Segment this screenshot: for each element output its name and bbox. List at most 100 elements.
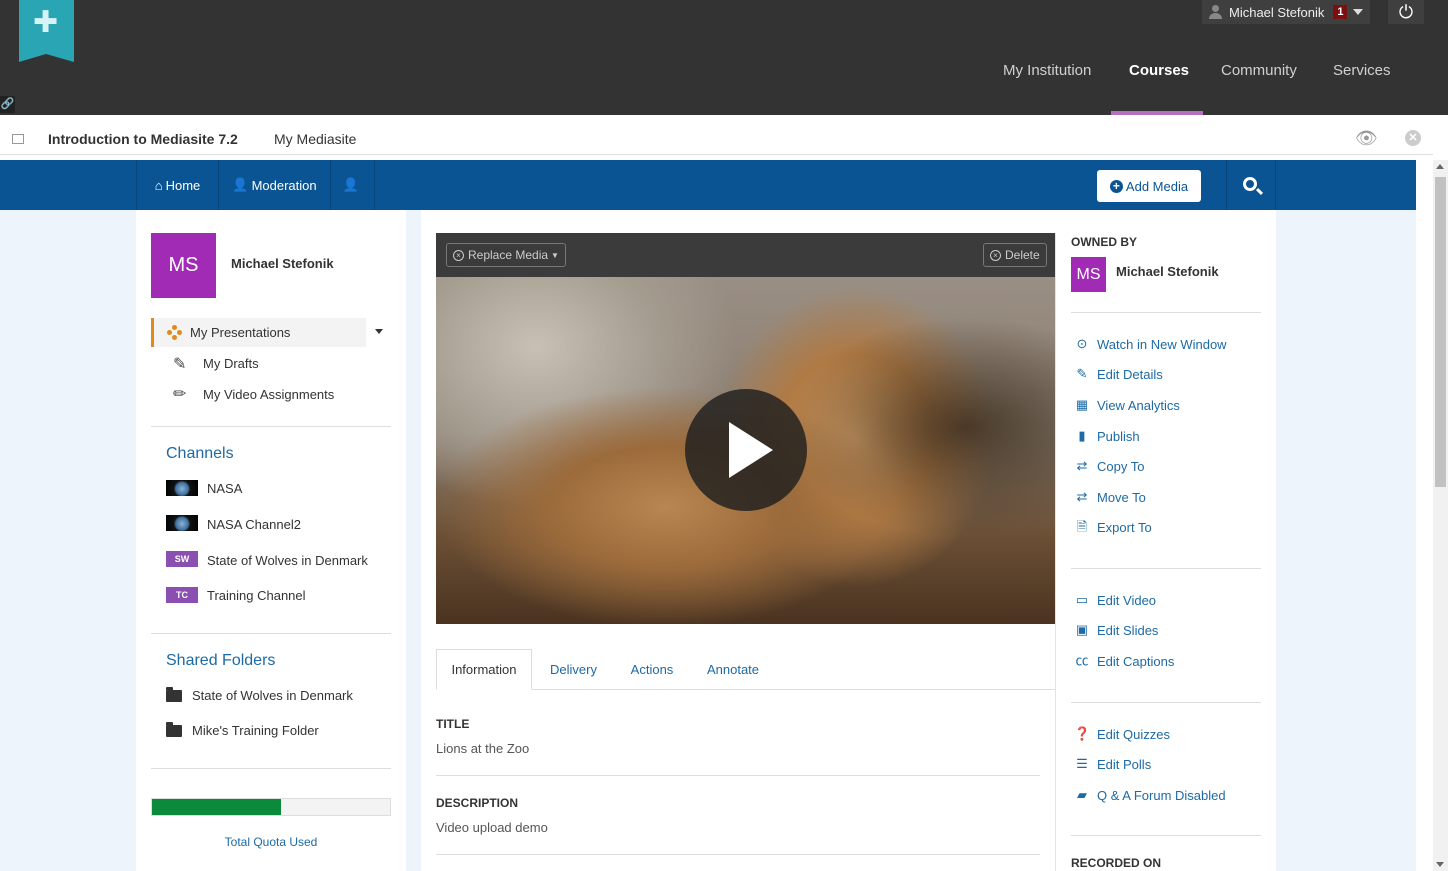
replace-media-label: Replace Media [468,248,549,262]
action-label: Q & A Forum Disabled [1097,787,1226,803]
course-breadcrumb-bar: Introduction to Mediasite 7.2 My Mediasi… [0,115,1433,155]
folder-icon [166,687,182,702]
home-icon: ⌂ [154,177,163,193]
copy-to-link[interactable]: ⇄ Copy To [1074,457,1145,475]
action-label: Move To [1097,489,1146,505]
profile-name: Michael Stefonik [231,256,334,271]
window-icon[interactable] [12,134,24,144]
folder-item-mikes-training[interactable]: Mike's Training Folder [192,723,319,738]
chevron-down-icon[interactable] [375,329,383,334]
moderation-button[interactable]: 👤 Moderation [218,160,331,210]
transfer-icon: ⇄ [1076,489,1088,504]
divider [436,775,1040,776]
nav-tab-community[interactable]: Community [1221,62,1297,79]
delete-button[interactable]: × Delete [983,243,1047,267]
profile-button[interactable]: 👤 [330,160,375,210]
play-icon[interactable] [685,389,807,511]
channel-item-state-of-wolves[interactable]: State of Wolves in Denmark [207,553,368,568]
quota-progress-bar [151,798,391,816]
delete-label: Delete [1005,248,1040,262]
nav-tab-services[interactable]: Services [1333,62,1391,79]
video-player[interactable]: × Replace Media ▼ × Delete [436,233,1055,624]
student-preview-icon[interactable]: 👁 [1355,129,1379,147]
logout-button[interactable]: ⏻ [1388,0,1424,24]
left-sidebar [136,210,406,871]
mediasite-nav: ⌂ Home 👤 Moderation 👤 + Add Media [0,160,1416,210]
edit-slides-link[interactable]: ▣ Edit Slides [1074,621,1159,639]
power-icon: ⏻ [1398,2,1414,22]
scrollbar-thumb[interactable] [1435,177,1446,487]
publish-link[interactable]: ▮ Publish [1074,427,1139,445]
user-icon: 👤 [342,177,360,192]
move-to-link[interactable]: ⇄ Move To [1074,488,1146,506]
tab-actions[interactable]: Actions [622,649,682,690]
sidebar-item-my-drafts[interactable]: My Drafts [203,356,259,371]
channel-item-training-channel[interactable]: Training Channel [207,588,306,603]
scroll-up-icon[interactable] [1436,164,1444,169]
channel-thumbnail [166,480,198,496]
plus-circle-icon: + [1109,179,1123,193]
view-analytics-link[interactable]: ▦ View Analytics [1074,396,1180,414]
captions-icon: ㏄ [1075,653,1089,668]
search-icon-handle [1255,187,1264,196]
quota-label[interactable]: Total Quota Used [151,835,391,849]
lms-logo[interactable]: ✚ [19,0,74,62]
close-icon[interactable]: ✕ [1405,130,1421,146]
action-label: View Analytics [1097,397,1180,413]
sidebar-item-my-video-assignments[interactable]: My Video Assignments [203,387,334,402]
action-label: Edit Quizzes [1097,726,1170,742]
action-label: Copy To [1097,458,1145,474]
action-label: Edit Captions [1097,653,1175,669]
edit-captions-link[interactable]: ㏄ Edit Captions [1074,652,1174,670]
page-scrollbar[interactable] [1433,160,1448,871]
owner-name: Michael Stefonik [1116,264,1219,279]
close-circle-icon: × [990,249,1001,261]
search-button[interactable] [1226,160,1276,210]
divider [1071,702,1261,703]
recorded-on-label: RECORDED ON [1071,856,1162,870]
add-media-label: Add Media [1125,178,1189,194]
tab-information[interactable]: Information [436,649,532,690]
chevron-down-icon[interactable] [1353,9,1364,15]
edit-details-link[interactable]: ✎ Edit Details [1074,365,1163,383]
sidebar-item-label[interactable]: My Presentations [190,325,290,340]
scroll-down-icon[interactable] [1436,862,1444,867]
channel-item-nasa[interactable]: NASA [207,481,242,496]
folder-item-state-of-wolves[interactable]: State of Wolves in Denmark [192,688,353,703]
edit-quizzes-link[interactable]: ❓ Edit Quizzes [1074,725,1170,743]
tab-annotate[interactable]: Annotate [698,649,768,690]
quota-progress-fill [152,799,281,815]
edit-polls-link[interactable]: ☰ Edit Polls [1074,755,1151,773]
user-icon: 👤 [232,177,249,192]
export-to-link[interactable]: 🗎 Export To [1074,518,1152,536]
title-value: Lions at the Zoo [436,741,530,756]
link-icon[interactable]: 🔗 [0,96,15,113]
divider [151,768,391,769]
close-circle-icon: × [453,249,464,261]
add-media-button[interactable]: + Add Media [1097,170,1201,202]
replace-media-button[interactable]: × Replace Media ▼ [446,243,566,267]
user-name: Michael Stefonik [1229,4,1325,20]
title-label: TITLE [436,717,470,731]
user-menu[interactable]: Michael Stefonik 1 [1202,0,1370,24]
search-icon [1243,177,1257,191]
qa-forum-link[interactable]: ▰ Q & A Forum Disabled [1074,786,1226,804]
action-label: Edit Polls [1097,756,1152,772]
channel-thumbnail: SW [166,551,198,567]
divider [151,426,391,427]
home-button[interactable]: ⌂ Home [136,160,219,210]
column-separator [1055,233,1056,871]
nav-tab-courses[interactable]: Courses [1129,62,1189,79]
list-icon: ☰ [1076,756,1088,771]
tab-delivery[interactable]: Delivery [540,649,607,690]
nav-tab-my-institution[interactable]: My Institution [1003,62,1091,79]
divider [1071,568,1261,569]
edit-video-link[interactable]: ▭ Edit Video [1074,591,1156,609]
avatar: MS [151,233,216,298]
channel-item-nasa-channel2[interactable]: NASA Channel2 [207,517,301,532]
course-title[interactable]: Introduction to Mediasite 7.2 [48,131,238,147]
breadcrumb[interactable]: My Mediasite [274,131,356,147]
watch-in-new-window-link[interactable]: ⊙ Watch in New Window [1074,335,1227,353]
channels-heading: Channels [166,445,234,462]
notification-badge[interactable]: 1 [1333,5,1348,19]
